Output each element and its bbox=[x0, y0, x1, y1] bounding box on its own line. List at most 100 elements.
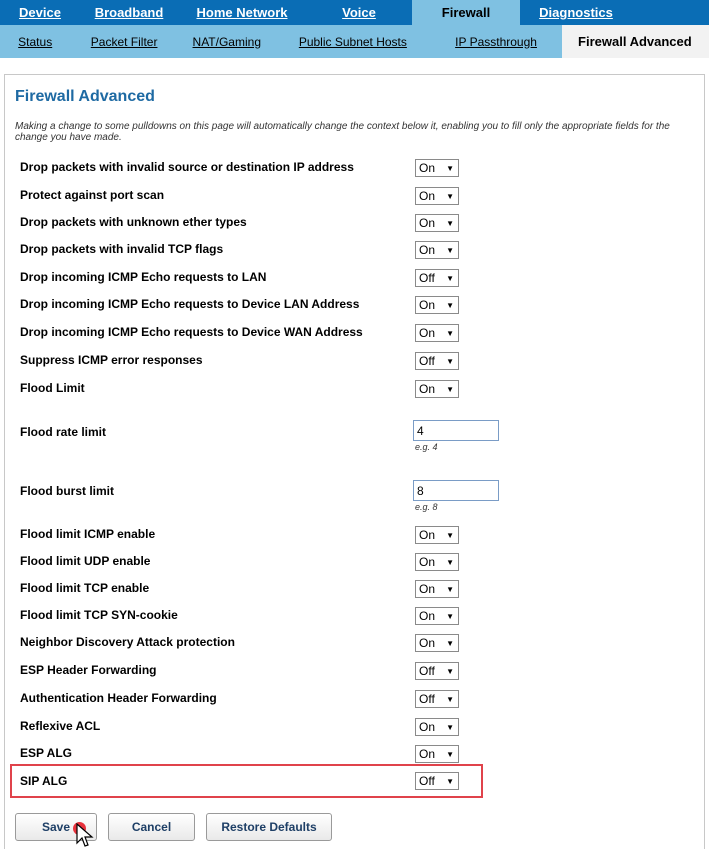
label-flood-rate-limit: Flood rate limit bbox=[20, 425, 107, 439]
select-value: On bbox=[419, 582, 436, 596]
label-port-scan: Protect against port scan bbox=[20, 188, 165, 202]
caret-down-icon: ▼ bbox=[446, 638, 454, 648]
tab-device[interactable]: Device bbox=[0, 0, 80, 25]
caret-down-icon: ▼ bbox=[446, 384, 454, 394]
caret-down-icon: ▼ bbox=[446, 328, 454, 338]
select-value: Off bbox=[419, 664, 435, 678]
hint-flood-rate-limit: e.g. 4 bbox=[415, 442, 438, 452]
select-value: On bbox=[419, 747, 436, 761]
label-flood-tcp: Flood limit TCP enable bbox=[20, 581, 150, 595]
caret-down-icon: ▼ bbox=[446, 218, 454, 228]
label-flood-udp: Flood limit UDP enable bbox=[20, 554, 151, 568]
select-icmp-echo-device-wan[interactable]: On ▼ bbox=[415, 324, 459, 342]
caret-down-icon: ▼ bbox=[446, 557, 454, 567]
tab-firewall[interactable]: Firewall bbox=[412, 0, 520, 25]
label-icmp-echo-device-lan: Drop incoming ICMP Echo requests to Devi… bbox=[20, 297, 360, 311]
select-icmp-echo-device-lan[interactable]: On ▼ bbox=[415, 296, 459, 314]
caret-down-icon: ▼ bbox=[446, 749, 454, 759]
select-value: On bbox=[419, 720, 436, 734]
subtab-public-subnet-hosts[interactable]: Public Subnet Hosts bbox=[276, 25, 430, 58]
select-value: On bbox=[419, 382, 436, 396]
select-value: On bbox=[419, 609, 436, 623]
label-esp-header-fwd: ESP Header Forwarding bbox=[20, 663, 157, 677]
select-flood-icmp[interactable]: On ▼ bbox=[415, 526, 459, 544]
select-icmp-echo-lan[interactable]: Off ▼ bbox=[415, 269, 459, 287]
label-invalid-tcp-flags: Drop packets with invalid TCP flags bbox=[20, 242, 224, 256]
select-flood-limit[interactable]: On ▼ bbox=[415, 380, 459, 398]
mouse-pointer-icon bbox=[76, 823, 94, 847]
select-value: On bbox=[419, 243, 436, 257]
caret-down-icon: ▼ bbox=[446, 356, 454, 366]
label-icmp-echo-lan: Drop incoming ICMP Echo requests to LAN bbox=[20, 270, 267, 284]
select-value: On bbox=[419, 189, 436, 203]
select-value: On bbox=[419, 528, 436, 542]
select-value: Off bbox=[419, 692, 435, 706]
select-suppress-icmp-errors[interactable]: Off ▼ bbox=[415, 352, 459, 370]
select-neighbor-discovery[interactable]: On ▼ bbox=[415, 634, 459, 652]
select-sip-alg[interactable]: Off ▼ bbox=[415, 772, 459, 790]
select-invalid-tcp-flags[interactable]: On ▼ bbox=[415, 241, 459, 259]
caret-down-icon: ▼ bbox=[446, 776, 454, 786]
select-auth-header-fwd[interactable]: Off ▼ bbox=[415, 690, 459, 708]
tab-diagnostics[interactable]: Diagnostics bbox=[520, 0, 632, 25]
tab-broadband[interactable]: Broadband bbox=[80, 0, 178, 25]
tab-voice[interactable]: Voice bbox=[306, 0, 412, 25]
caret-down-icon: ▼ bbox=[446, 611, 454, 621]
label-flood-icmp: Flood limit ICMP enable bbox=[20, 527, 156, 541]
label-neighbor-discovery: Neighbor Discovery Attack protection bbox=[20, 635, 235, 649]
select-esp-alg[interactable]: On ▼ bbox=[415, 745, 459, 763]
select-value: On bbox=[419, 326, 436, 340]
tab-home-network[interactable]: Home Network bbox=[178, 0, 306, 25]
label-sip-alg: SIP ALG bbox=[20, 774, 68, 788]
label-icmp-echo-device-wan: Drop incoming ICMP Echo requests to Devi… bbox=[20, 325, 363, 339]
caret-down-icon: ▼ bbox=[446, 584, 454, 594]
subtab-packet-filter[interactable]: Packet Filter bbox=[70, 25, 178, 58]
select-flood-syn-cookie[interactable]: On ▼ bbox=[415, 607, 459, 625]
input-flood-burst-limit[interactable] bbox=[413, 480, 499, 501]
label-flood-limit: Flood Limit bbox=[20, 381, 85, 395]
select-value: On bbox=[419, 161, 436, 175]
subtab-ip-passthrough[interactable]: IP Passthrough bbox=[430, 25, 562, 58]
caret-down-icon: ▼ bbox=[446, 722, 454, 732]
select-value: Off bbox=[419, 354, 435, 368]
caret-down-icon: ▼ bbox=[446, 530, 454, 540]
select-value: On bbox=[419, 298, 436, 312]
label-flood-burst-limit: Flood burst limit bbox=[20, 484, 114, 498]
caret-down-icon: ▼ bbox=[446, 666, 454, 676]
select-value: On bbox=[419, 636, 436, 650]
input-flood-rate-limit[interactable] bbox=[413, 420, 499, 441]
caret-down-icon: ▼ bbox=[446, 191, 454, 201]
label-unknown-ether: Drop packets with unknown ether types bbox=[20, 215, 247, 229]
caret-down-icon: ▼ bbox=[446, 300, 454, 310]
select-value: On bbox=[419, 216, 436, 230]
select-drop-invalid-ip[interactable]: On ▼ bbox=[415, 159, 459, 177]
restore-defaults-button[interactable]: Restore Defaults bbox=[206, 813, 332, 841]
label-suppress-icmp-errors: Suppress ICMP error responses bbox=[20, 353, 203, 367]
select-value: Off bbox=[419, 774, 435, 788]
hint-flood-burst-limit: e.g. 8 bbox=[415, 502, 438, 512]
label-auth-header-fwd: Authentication Header Forwarding bbox=[20, 691, 217, 705]
page-intro: Making a change to some pulldowns on thi… bbox=[15, 121, 670, 143]
page-title: Firewall Advanced bbox=[15, 88, 155, 105]
caret-down-icon: ▼ bbox=[446, 245, 454, 255]
label-flood-syn-cookie: Flood limit TCP SYN-cookie bbox=[20, 608, 178, 622]
select-reflexive-acl[interactable]: On ▼ bbox=[415, 718, 459, 736]
top-nav: Device Broadband Home Network Voice Fire… bbox=[0, 0, 709, 25]
select-esp-header-fwd[interactable]: Off ▼ bbox=[415, 662, 459, 680]
select-unknown-ether[interactable]: On ▼ bbox=[415, 214, 459, 232]
select-value: On bbox=[419, 555, 436, 569]
label-reflexive-acl: Reflexive ACL bbox=[20, 719, 101, 733]
label-drop-invalid-ip: Drop packets with invalid source or dest… bbox=[20, 160, 354, 174]
select-flood-udp[interactable]: On ▼ bbox=[415, 553, 459, 571]
subtab-nat-gaming[interactable]: NAT/Gaming bbox=[178, 25, 276, 58]
caret-down-icon: ▼ bbox=[446, 694, 454, 704]
caret-down-icon: ▼ bbox=[446, 163, 454, 173]
select-flood-tcp[interactable]: On ▼ bbox=[415, 580, 459, 598]
cancel-button[interactable]: Cancel bbox=[108, 813, 195, 841]
subtab-status[interactable]: Status bbox=[0, 25, 70, 58]
sub-nav: Status Packet Filter NAT/Gaming Public S… bbox=[0, 25, 709, 58]
select-port-scan[interactable]: On ▼ bbox=[415, 187, 459, 205]
subtab-firewall-advanced[interactable]: Firewall Advanced bbox=[562, 25, 709, 58]
label-esp-alg: ESP ALG bbox=[20, 746, 73, 760]
select-value: Off bbox=[419, 271, 435, 285]
